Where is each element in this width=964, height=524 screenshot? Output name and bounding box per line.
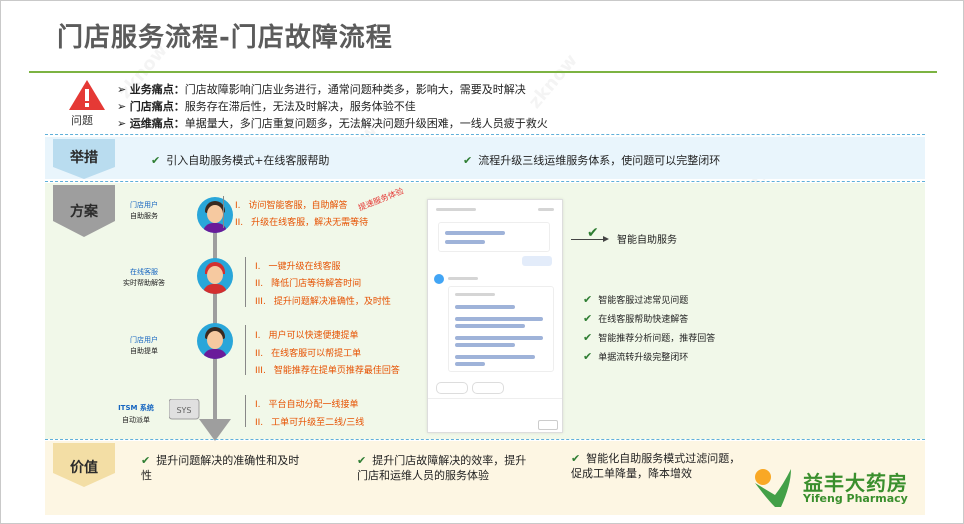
- warning-icon: [69, 80, 105, 110]
- solution-label: 方案: [70, 204, 98, 220]
- actor-role: ITSM 系统: [118, 404, 154, 412]
- page-title: 门店服务流程-门店故障流程: [57, 23, 393, 53]
- timeline-line: [213, 201, 217, 425]
- step-item: I. 平台自动分配一线接单: [255, 400, 359, 410]
- value-item: ✔ 提升门店故障解决的效率，提升门店和运维人员的服务体验: [357, 454, 527, 482]
- brand-name-en: Yifeng Pharmacy: [803, 492, 908, 505]
- step-bracket: [245, 257, 246, 307]
- measures-item: ✔ 引入自助服务模式+在线客服帮助: [151, 154, 330, 167]
- check-icon: ✔: [587, 225, 599, 241]
- step-item: II. 降低门店等待解答时间: [255, 279, 362, 289]
- benefit-list: ✔ 智能客服过滤常见问题 ✔ 在线客服帮助快速解答 ✔ 智能推荐分析问题，推荐回答 ✔…: [583, 291, 715, 367]
- chat-answer-card: [448, 286, 554, 372]
- problem-item: ➢ 运维痛点：单据量大，多门店重复问题多，无法解决问题升级困难，一线人员疲于救火: [117, 117, 548, 130]
- bot-avatar: [434, 274, 444, 284]
- step-item: I. 用户可以快速便捷提单: [255, 331, 359, 341]
- problem-item: ➢ 门店痛点：服务存在滞后性，无法及时解决，服务体验不佳: [117, 100, 416, 113]
- benefit-item: ✔ 在线客服帮助快速解答: [583, 312, 689, 325]
- measures-item: ✔ 流程升级三线运维服务体系，使问题可以完整闭环: [463, 154, 721, 167]
- bot-name-bar: [448, 277, 478, 280]
- service-agent-avatar: [197, 258, 233, 294]
- chat-user-bubble: [522, 256, 552, 266]
- step-bracket: [245, 325, 246, 375]
- benefit-item: ✔ 智能推荐分析问题，推荐回答: [583, 331, 716, 344]
- chat-quick-button[interactable]: [436, 382, 468, 394]
- section-divider: [45, 181, 925, 182]
- benefit-item: ✔ 智能客服过滤常见问题: [583, 293, 689, 306]
- sys-system-icon: SYS: [169, 399, 200, 420]
- self-service-label: 智能自助服务: [617, 235, 677, 246]
- actor-role: 门店用户: [130, 201, 158, 209]
- chat-message-bubble: [438, 222, 550, 252]
- measures-label: 举措: [70, 150, 98, 166]
- step-item: II. 在线客服可以帮提工单: [255, 349, 362, 359]
- section-divider: [45, 134, 925, 135]
- chat-header-bar: [436, 208, 476, 211]
- chat-window-mockup: [427, 199, 563, 433]
- value-item: ✔ 智能化自助服务模式过滤问题，促成工单降量，降本增效: [571, 452, 741, 480]
- section-divider: [45, 439, 925, 440]
- step-item: III. 提升问题解决准确性，及时性: [255, 297, 391, 307]
- step-bracket: [245, 395, 246, 427]
- benefit-item: ✔ 单据流转升级完整闭环: [583, 350, 689, 363]
- step-item: I. 一键升级在线客服: [255, 262, 341, 272]
- value-label: 价值: [70, 460, 98, 476]
- actor-desc: 自助服务: [130, 212, 158, 220]
- store-user-avatar: [197, 323, 233, 359]
- actor-role: 在线客服: [130, 268, 158, 276]
- actor-desc: 实时帮助解答: [123, 279, 165, 287]
- step-item: III. 智能推荐在提单页推荐最佳回答: [255, 366, 400, 376]
- chat-window-controls: [538, 208, 554, 211]
- step-item: I. 访问智能客服，自助解答: [235, 201, 348, 211]
- chat-send-button[interactable]: [538, 420, 558, 430]
- actor-role: 门店用户: [130, 336, 158, 344]
- value-item: ✔ 提升问题解决的准确性和及时性: [141, 454, 300, 482]
- step-bracket: [223, 196, 224, 228]
- actor-desc: 自动派单: [122, 416, 150, 424]
- timeline-arrow-icon: [199, 419, 231, 441]
- problem-label: 问题: [71, 114, 93, 127]
- problem-list: ➢ 业务痛点：门店故障影响门店业务进行，通常问题种类多，影响大，需要及时解决 ➢…: [117, 81, 548, 132]
- store-user-avatar: [197, 197, 233, 233]
- step-item: II. 工单可升级至二线/三线: [255, 418, 365, 428]
- chat-input-divider: [428, 398, 562, 399]
- title-divider: [29, 71, 937, 73]
- slide: zknow zknow zknow zknow zknow zknow zkno…: [0, 0, 964, 524]
- yifeng-logo-icon: [755, 469, 791, 507]
- problem-item: ➢ 业务痛点：门店故障影响门店业务进行，通常问题种类多，影响大，需要及时解决: [117, 83, 526, 96]
- step-item: II. 升级在线客服，解决无需等待: [235, 218, 369, 228]
- svg-text:SYS: SYS: [176, 406, 191, 415]
- actor-desc: 自助提单: [130, 347, 158, 355]
- chat-quick-button[interactable]: [472, 382, 504, 394]
